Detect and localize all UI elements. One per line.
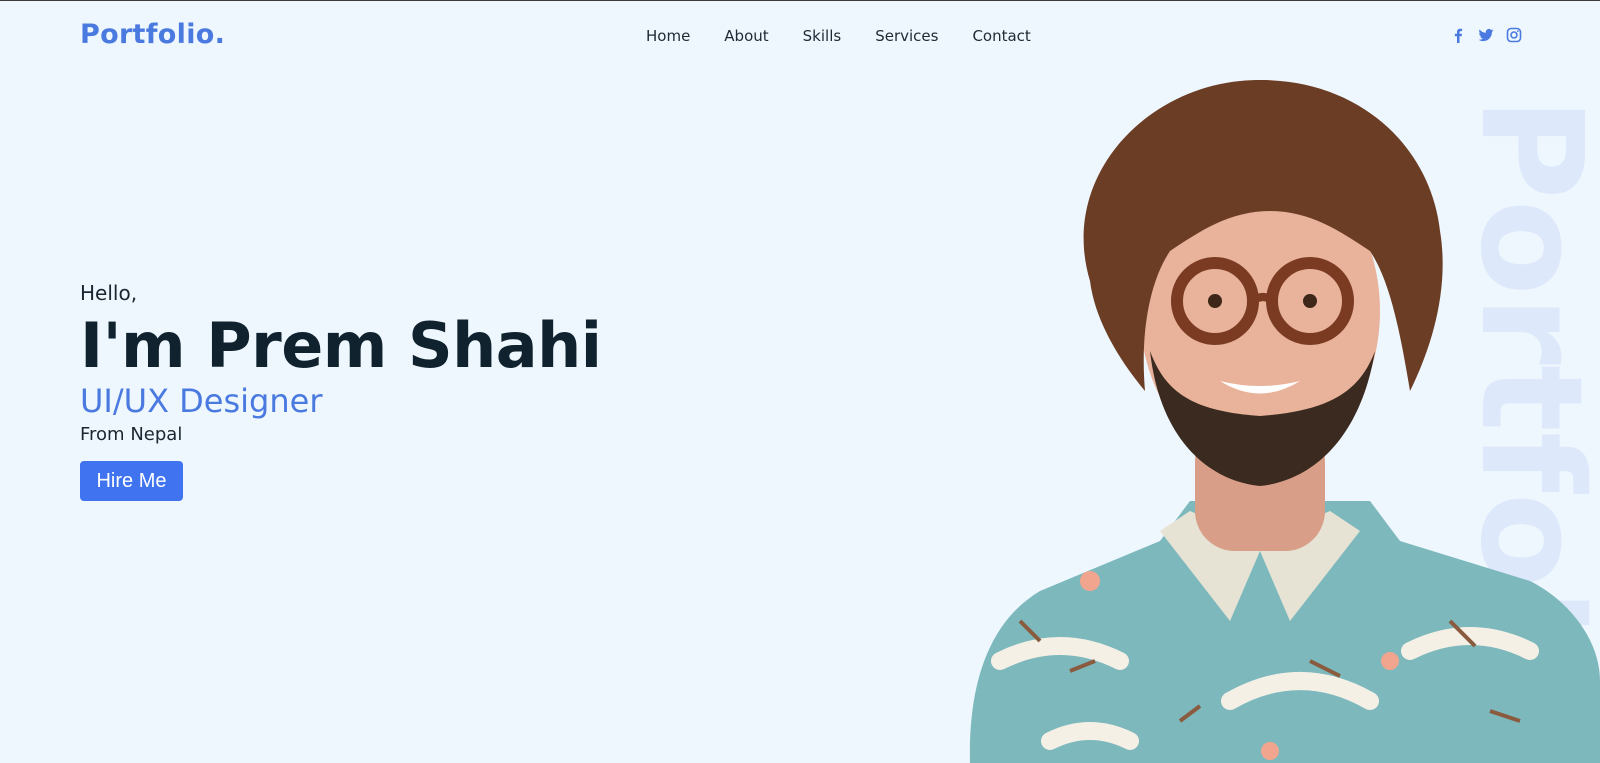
nav-link-home[interactable]: Home <box>646 27 690 45</box>
hero-role: UI/UX Designer <box>80 382 323 420</box>
hero-origin: From Nepal <box>80 424 183 445</box>
hero-greeting: Hello, <box>80 281 138 305</box>
hero-name-heading: I'm Prem Shahi <box>80 309 602 382</box>
twitter-icon[interactable] <box>1478 27 1494 43</box>
facebook-icon[interactable] <box>1450 27 1466 43</box>
nav-link-skills[interactable]: Skills <box>803 27 842 45</box>
hero-portrait-image <box>969 80 1600 763</box>
nav-link-about[interactable]: About <box>724 27 768 45</box>
nav-link-services[interactable]: Services <box>875 27 938 45</box>
site-logo[interactable]: Portfolio. <box>80 19 225 50</box>
nav-link-contact[interactable]: Contact <box>972 27 1030 45</box>
top-navbar: Portfolio. Home About Skills Services Co… <box>0 1 1600 71</box>
instagram-icon[interactable] <box>1506 27 1522 43</box>
hero-intro: Hello, I'm Prem Shahi UI/UX Designer Fro… <box>80 281 602 501</box>
social-links <box>1450 27 1522 43</box>
nav-menu: Home About Skills Services Contact <box>646 27 1031 45</box>
hire-me-button[interactable]: Hire Me <box>80 461 183 501</box>
